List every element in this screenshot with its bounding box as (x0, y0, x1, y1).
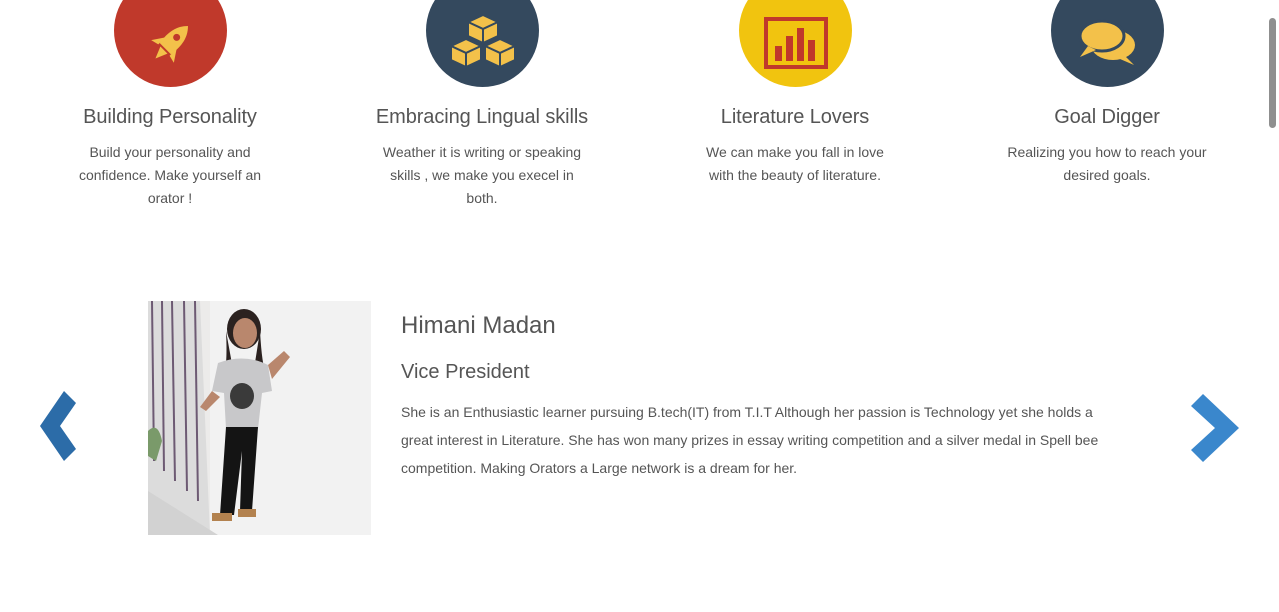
member-photo (148, 301, 371, 535)
rocket-icon-circle (114, 0, 227, 87)
feature-description: Weather it is writing or speaking skills… (382, 144, 582, 206)
page-scrollbar[interactable] (1269, 18, 1276, 128)
feature-description: Realizing you how to reach your desired … (1007, 144, 1207, 183)
comments-icon (1078, 19, 1135, 65)
chevron-right-icon (1191, 394, 1239, 462)
feature-title: Literature Lovers (720, 106, 870, 128)
bar-chart-icon (763, 16, 828, 69)
member-name: Himani Madan (401, 312, 556, 339)
member-role: Vice President (401, 361, 530, 383)
bar-chart-icon-circle (739, 0, 852, 87)
feature-title: Goal Digger (1054, 106, 1160, 128)
feature-description: We can make you fall in love with the be… (706, 144, 884, 183)
cubes-icon (448, 13, 517, 69)
comments-icon-circle (1051, 0, 1164, 87)
feature-description: Build your personality and confidence. M… (78, 144, 262, 206)
carousel-prev-button[interactable] (38, 389, 90, 468)
carousel-next-button[interactable] (1189, 392, 1241, 469)
feature-title: Building Personality (83, 106, 257, 128)
chevron-left-icon (40, 391, 76, 461)
rocket-icon (150, 25, 188, 63)
feature-title: Embracing Lingual skills (375, 106, 589, 128)
cubes-icon-circle (426, 0, 539, 87)
member-bio: She is an Enthusiastic learner pursuing … (401, 404, 1099, 476)
